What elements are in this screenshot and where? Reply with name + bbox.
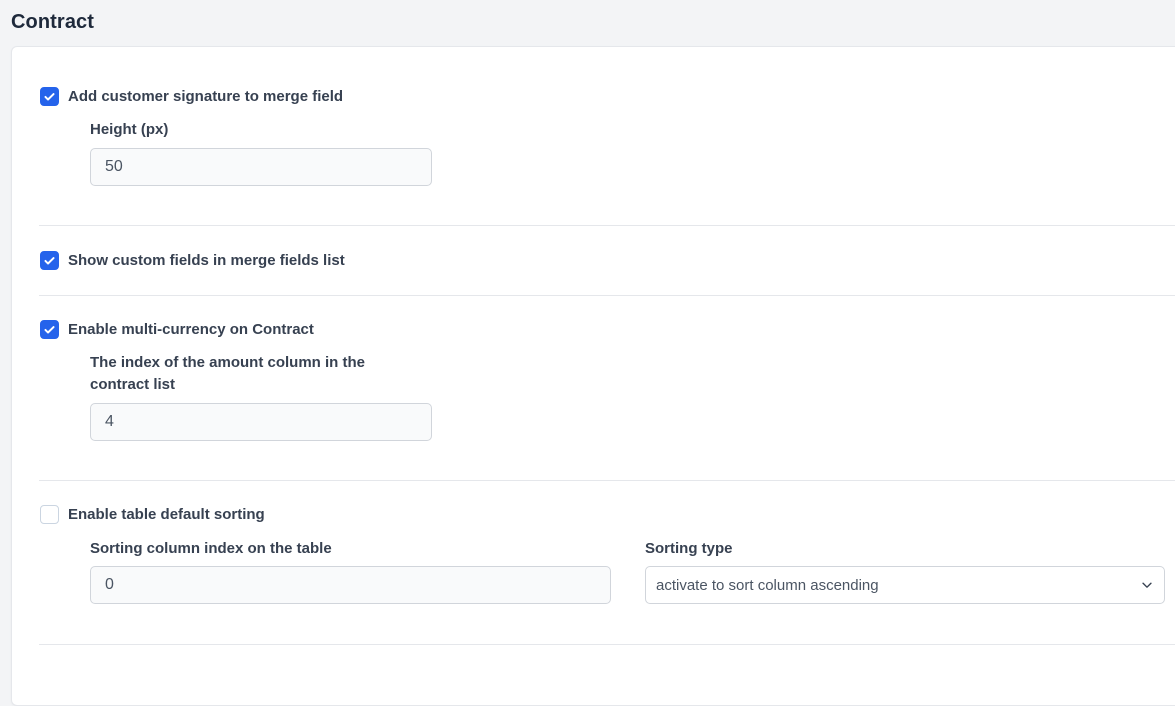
signature-checkbox[interactable] — [40, 87, 59, 106]
check-icon — [44, 93, 55, 101]
custom-fields-checkbox-row[interactable]: Show custom fields in merge fields list — [40, 251, 345, 270]
sorting-column-label: Sorting column index on the table — [90, 540, 332, 557]
amount-index-label-line1: The index of the amount column in the — [90, 354, 366, 371]
check-icon — [44, 257, 55, 265]
height-label: Height (px) — [90, 121, 169, 138]
multi-currency-checkbox[interactable] — [40, 320, 59, 339]
sorting-type-label: Sorting type — [645, 540, 733, 557]
custom-fields-checkbox-label: Show custom fields in merge fields list — [68, 252, 345, 269]
multi-currency-checkbox-label: Enable multi-currency on Contract — [68, 321, 314, 338]
check-icon — [44, 326, 55, 334]
default-sorting-checkbox-row[interactable]: Enable table default sorting — [40, 505, 265, 524]
chevron-down-icon — [1142, 582, 1152, 588]
amount-index-input[interactable] — [90, 403, 432, 441]
divider — [39, 225, 1175, 226]
signature-checkbox-label: Add customer signature to merge field — [68, 88, 344, 105]
sorting-type-value: activate to sort column ascending — [656, 576, 879, 594]
divider — [39, 644, 1175, 645]
signature-checkbox-row[interactable]: Add customer signature to merge field — [40, 87, 343, 106]
divider — [39, 295, 1175, 296]
default-sorting-checkbox[interactable] — [40, 505, 59, 524]
contract-settings-panel: Add customer signature to merge field He… — [11, 46, 1175, 706]
sorting-type-select[interactable]: activate to sort column ascending — [645, 566, 1165, 604]
page-title: Contract — [11, 11, 95, 33]
custom-fields-checkbox[interactable] — [40, 251, 59, 270]
amount-index-label-line2: contract list — [90, 376, 176, 393]
sorting-column-input[interactable] — [90, 566, 611, 604]
divider — [39, 480, 1175, 481]
multi-currency-checkbox-row[interactable]: Enable multi-currency on Contract — [40, 320, 314, 339]
height-input[interactable] — [90, 148, 432, 186]
default-sorting-checkbox-label: Enable table default sorting — [68, 506, 265, 523]
